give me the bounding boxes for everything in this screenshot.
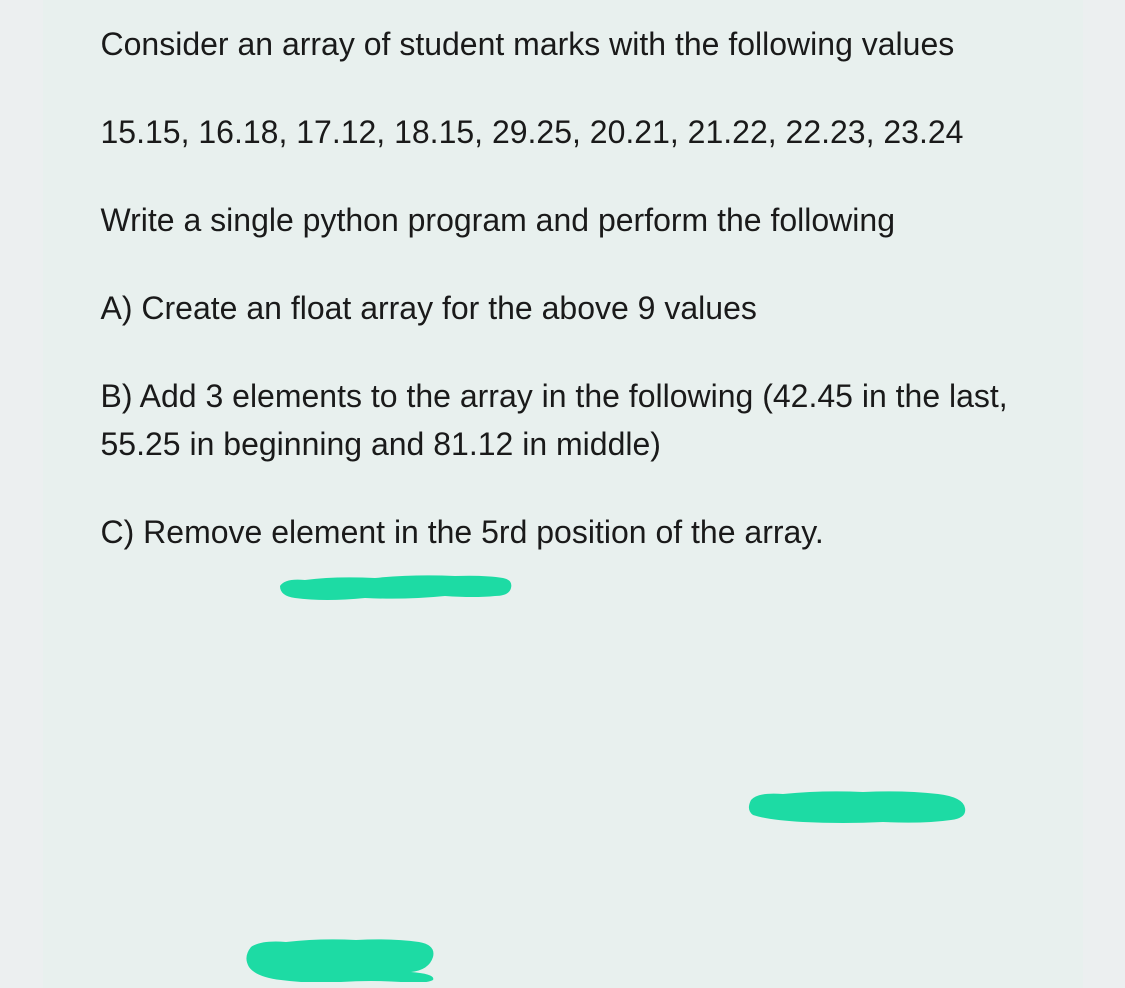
intro-text: Consider an array of student marks with … [101, 20, 1025, 68]
task-c-text: C) Remove element in the 5rd position of… [101, 508, 1025, 556]
task-a-text: A) Create an float array for the above 9… [101, 284, 1025, 332]
task-b-text: B) Add 3 elements to the array in the fo… [101, 372, 1025, 468]
highlight-mark-icon [743, 780, 973, 830]
instruction-text: Write a single python program and perfor… [101, 196, 1025, 244]
values-text: 15.15, 16.18, 17.12, 18.15, 29.25, 20.21… [101, 108, 1025, 156]
question-card: Consider an array of student marks with … [43, 0, 1083, 988]
highlight-mark-icon [275, 558, 515, 604]
highlight-mark-icon [241, 932, 441, 982]
